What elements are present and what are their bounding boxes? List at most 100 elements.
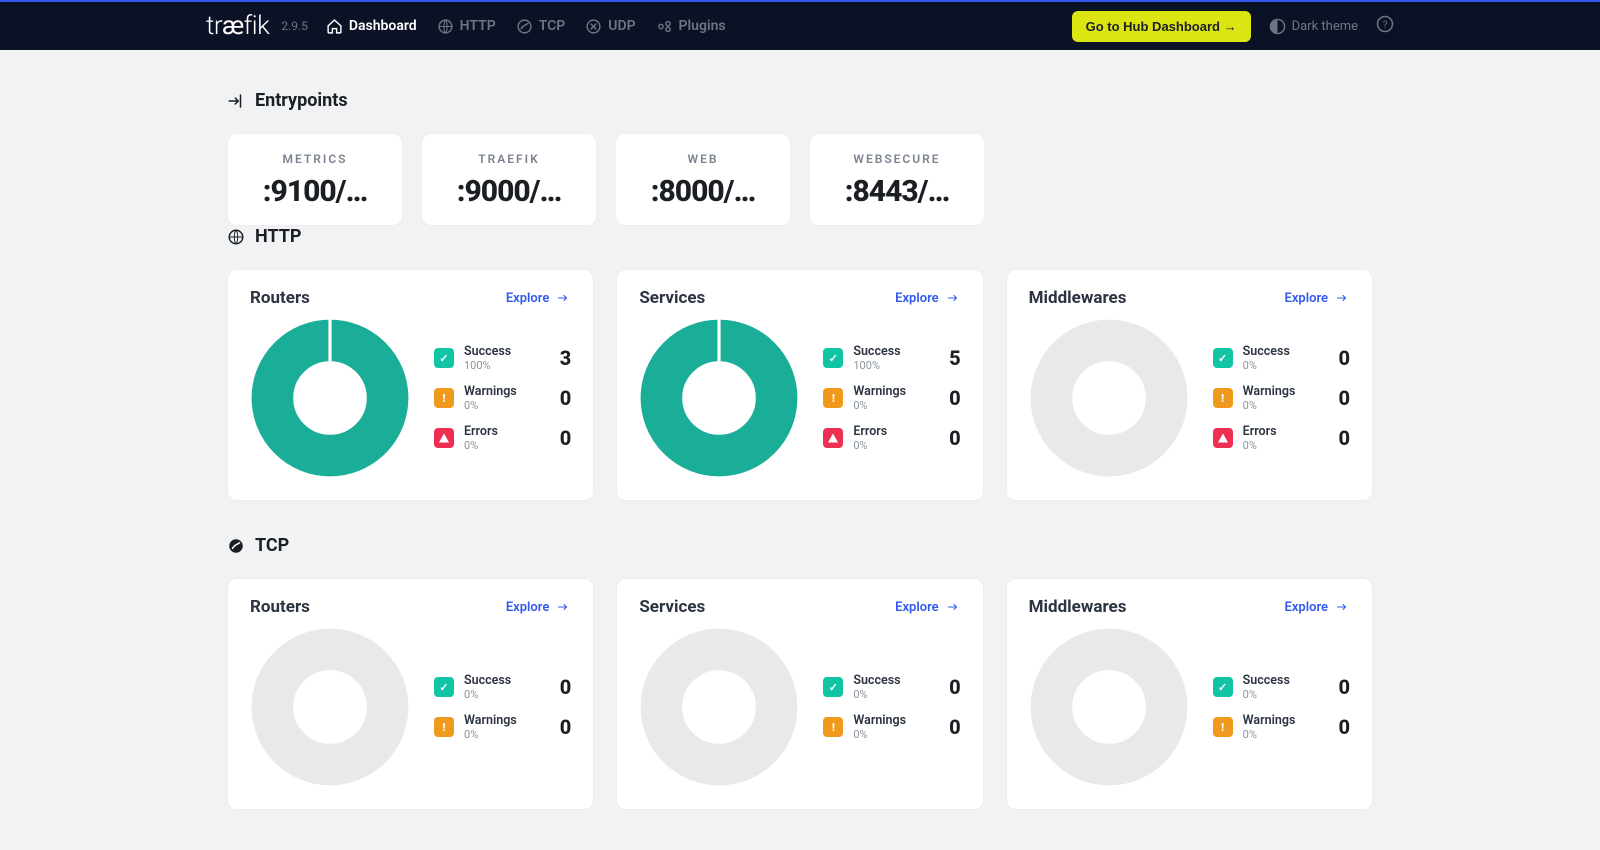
nav-item-plugins[interactable]: Plugins [656,18,726,35]
version-label: 2.9.5 [281,19,308,33]
stat-label: Success [853,673,949,688]
stat-pct: 0% [853,728,949,741]
stat-count: 0 [560,715,572,739]
section-title-text: HTTP [255,226,302,247]
card-body: ✓Success0%0!Warnings0%0 [639,627,960,787]
card-http-middlewares: MiddlewaresExplore✓Success0%0!Warnings0%… [1006,269,1373,501]
nav-item-http[interactable]: HTTP [437,18,496,35]
entrypoints-title-text: Entrypoints [255,90,348,111]
warning-icon: ! [434,717,454,737]
entrypoint-card[interactable]: WEBSECURE :8443/… [809,133,985,226]
card-head: Routers Explore [250,597,571,617]
check-icon: ✓ [1213,677,1233,697]
theme-toggle[interactable]: Dark theme [1269,18,1358,35]
stat-success: ✓Success0%0 [1213,344,1350,372]
stat-count: 0 [560,675,572,699]
stat-warnings: !Warnings0%0 [823,713,960,741]
stat-pct: 0% [853,399,949,412]
explore-link[interactable]: Explore [1284,291,1350,306]
stat-success: ✓Success100%5 [823,344,960,372]
stat-warnings: !Warnings0%0 [1213,713,1350,741]
entrypoint-card[interactable]: TRAEFIK :9000/… [421,133,597,226]
card-body: ✓Success0%0 !Warnings0%0 [1029,627,1350,787]
logo-mid: æ [222,11,243,41]
stat-label: Warnings [1243,384,1339,399]
nav-item-dashboard[interactable]: Dashboard [326,18,417,35]
stat-label: Errors [464,424,560,439]
card-tcp-routers: RoutersExplore✓Success0%0!Warnings0%0 [227,578,594,810]
entry-port: :8000/… [630,174,776,209]
card-head: ServicesExplore [639,597,960,617]
stat-warnings: ! Warnings0%0 [434,713,571,741]
stat-count: 0 [1338,675,1350,699]
explore-link[interactable]: Explore [1284,600,1350,615]
arrow-right-icon [945,601,961,613]
arrow-right-icon [555,601,571,613]
stats: ✓Success100%3!Warnings0%0Errors0%0 [434,344,571,452]
error-icon [434,428,454,448]
card-body: ✓Success0%0!Warnings0%0 [250,627,571,787]
stats: ✓Success0%0 !Warnings0%0 [1213,673,1350,741]
arrow-right-icon [1334,601,1350,613]
entry-port: :8443/… [824,174,970,209]
check-icon: ✓ [823,677,843,697]
stat-count: 0 [949,715,961,739]
card-title: Routers [250,288,310,308]
logo-suffix: fik [244,11,270,41]
warning-icon: ! [1213,717,1233,737]
stat-label: Success [853,344,949,359]
nav-item-udp[interactable]: UDP [585,18,635,35]
entry-name: WEBSECURE [824,152,970,166]
arrow-right-icon [555,292,571,304]
error-icon [823,428,843,448]
stat-warnings: !Warnings0%0 [823,384,960,412]
stat-pct: 100% [464,359,560,372]
warning-icon: ! [1213,388,1233,408]
donut-chart [250,318,410,478]
stat-count: 0 [560,426,572,450]
section-entrypoints-title: Entrypoints [227,90,1373,111]
stat-count: 0 [1338,426,1350,450]
stat-pct: 0% [464,728,560,741]
logo[interactable]: træfik [18,11,269,41]
explore-link[interactable]: Explore [506,600,572,615]
svg-text:?: ? [1383,20,1388,31]
stat-errors: Errors0%0 [434,424,571,452]
stat-count: 0 [560,386,572,410]
stat-label: Warnings [464,713,560,728]
stat-pct: 0% [1243,399,1339,412]
card-title: Routers [250,597,310,617]
help-icon[interactable]: ? [1376,15,1394,37]
stat-label: Errors [1243,424,1339,439]
entry-name: TRAEFIK [436,152,582,166]
explore-link[interactable]: Explore [895,291,961,306]
warning-icon: ! [823,717,843,737]
stat-success: ✓Success0%0 [434,673,571,701]
nav-item-tcp[interactable]: TCP [516,18,566,35]
donut-chart [1029,318,1189,478]
stat-success: ✓Success0%0 [823,673,960,701]
hub-button[interactable]: Go to Hub Dashboard → [1072,11,1251,42]
explore-link[interactable]: Explore [506,291,572,306]
entrypoint-card[interactable]: WEB :8000/… [615,133,791,226]
stat-count: 5 [949,346,961,370]
card-tcp-middlewares: MiddlewaresExplore✓Success0%0!Warnings0%… [1006,578,1373,810]
nav-label: HTTP [460,18,496,34]
entry-name: WEB [630,152,776,166]
stats: ✓Success0%0!Warnings0%0 [434,673,571,741]
stat-pct: 0% [464,688,560,701]
stats: ✓Success100%5!Warnings0%0Errors0%0 [823,344,960,452]
card-http-routers: RoutersExplore✓Success100%3!Warnings0%0E… [227,269,594,501]
card-head: Routers Explore [250,288,571,308]
stat-errors: Errors0%0 [1213,424,1350,452]
stat-warnings: !Warnings0%0 [434,384,571,412]
entry-port: :9000/… [436,174,582,209]
explore-link[interactable]: Explore [895,600,961,615]
check-icon: ✓ [434,677,454,697]
entrypoint-card[interactable]: METRICS:9100/… [227,133,403,226]
stat-count: 0 [1338,715,1350,739]
stat-success: ✓Success0%0 [1213,673,1350,701]
stat-label: Warnings [853,384,949,399]
stat-pct: 0% [1243,359,1339,372]
stat-pct: 0% [853,688,949,701]
